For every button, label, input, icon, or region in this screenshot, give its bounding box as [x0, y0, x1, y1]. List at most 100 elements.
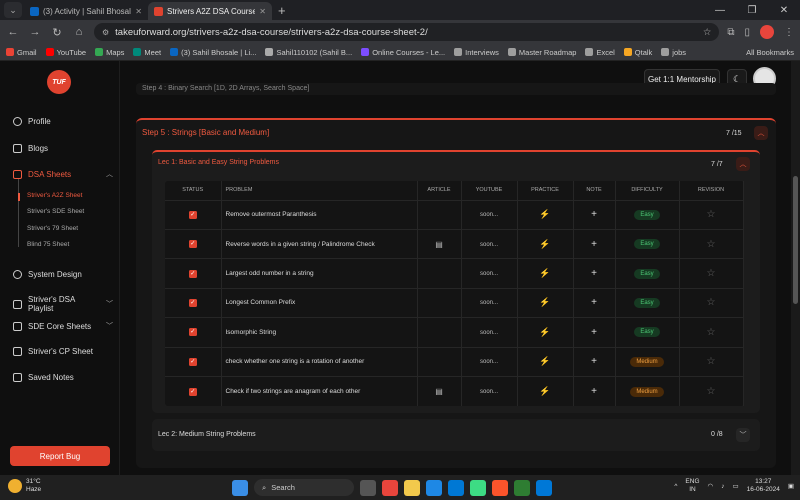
sidebar-sub-a2z[interactable]: Striver's A2Z Sheet [27, 192, 82, 199]
practice-icon[interactable]: ⚡ [539, 386, 550, 396]
status-checkbox[interactable]: ✓ [188, 298, 197, 307]
tab-search-button[interactable]: ⌄ [4, 2, 22, 18]
status-checkbox[interactable]: ✓ [188, 328, 197, 337]
problem-name[interactable]: Check if two strings are anagram of each… [221, 376, 418, 406]
bookmark-item[interactable]: Online Courses - Le... [361, 48, 445, 57]
bookmark-star-icon[interactable]: ☆ [703, 27, 712, 38]
revision-star-icon[interactable]: ☆ [707, 239, 716, 250]
bookmark-item[interactable]: Gmail [6, 48, 37, 57]
sidebar-item-sde-core[interactable]: SDE Core Sheets ﹀ [13, 321, 113, 331]
sidebar-sub-blind75[interactable]: Blind 75 Sheet [27, 241, 69, 248]
windows-start-icon[interactable] [232, 479, 248, 496]
brave-icon[interactable] [492, 479, 508, 496]
problem-name[interactable]: Largest odd number in a string [221, 258, 418, 289]
bookmark-item[interactable]: YouTube [45, 48, 86, 57]
file-explorer-icon[interactable] [404, 479, 420, 496]
bookmark-item[interactable]: Sahil110102 (Sahil B... [265, 48, 352, 57]
extensions-icon[interactable]: ⧉ [727, 27, 734, 38]
tab-strivers[interactable]: Strivers A2Z DSA Course/Shee ✕ [148, 2, 272, 20]
problem-name[interactable]: Longest Common Prefix [221, 287, 418, 318]
lec2-title[interactable]: Lec 2: Medium String Problems [158, 431, 256, 438]
task-view-icon[interactable] [360, 479, 376, 496]
add-note-icon[interactable]: + [591, 239, 597, 250]
problem-name[interactable]: Isomorphic String [221, 317, 418, 348]
profile-icon[interactable] [760, 25, 774, 39]
step5-collapse-button[interactable]: ︿ [754, 126, 768, 140]
sidebar-item-dsa-sheets[interactable]: DSA Sheets ︿ [13, 169, 113, 179]
sidebar-sub-sde[interactable]: Striver's SDE Sheet [27, 208, 84, 215]
article-icon[interactable]: ▤ [435, 240, 443, 249]
revision-star-icon[interactable]: ☆ [707, 297, 716, 308]
back-button[interactable]: ← [6, 26, 20, 38]
todo-icon[interactable] [514, 479, 530, 496]
sidebar-item-cp-sheet[interactable]: Striver's CP Sheet [13, 347, 113, 356]
add-note-icon[interactable]: + [591, 386, 597, 397]
article-icon[interactable]: ▤ [435, 387, 443, 396]
tab-linkedin[interactable]: (3) Activity | Sahil Bhosale | Lin ✕ [24, 2, 148, 20]
page-scrollbar[interactable] [791, 61, 800, 475]
lec1-title[interactable]: Lec 1: Basic and Easy String Problems [158, 159, 279, 166]
all-bookmarks-button[interactable]: All Bookmarks [746, 48, 794, 57]
add-note-icon[interactable]: + [591, 356, 597, 367]
revision-star-icon[interactable]: ☆ [707, 268, 716, 279]
language-indicator[interactable]: ENG IN [685, 478, 699, 494]
sidebar-item-system-design[interactable]: System Design [13, 270, 113, 279]
url-input[interactable]: ⚙ takeuforward.org/strivers-a2z-dsa-cour… [94, 23, 720, 41]
taskbar-search[interactable]: ⌕ Search [254, 479, 354, 496]
sidebar-item-blogs[interactable]: Blogs [13, 144, 113, 153]
minimize-button[interactable]: — [704, 5, 736, 16]
status-checkbox[interactable]: ✓ [188, 387, 197, 396]
edge-icon[interactable] [426, 479, 442, 496]
practice-icon[interactable]: ⚡ [539, 356, 550, 366]
maximize-button[interactable]: ❐ [736, 5, 768, 16]
new-tab-button[interactable]: + [272, 3, 292, 20]
revision-star-icon[interactable]: ☆ [707, 356, 716, 367]
add-note-icon[interactable]: + [591, 268, 597, 279]
problem-name[interactable]: check whether one string is a rotation o… [221, 346, 418, 377]
step5-title[interactable]: Step 5 : Strings [Basic and Medium] [142, 128, 269, 137]
practice-icon[interactable]: ⚡ [539, 327, 550, 337]
revision-star-icon[interactable]: ☆ [707, 327, 716, 338]
close-icon[interactable]: ✕ [135, 7, 142, 16]
bookmark-item[interactable]: Excel [585, 48, 615, 57]
bookmark-item[interactable]: jobs [661, 48, 686, 57]
bookmark-item[interactable]: Meet [133, 48, 161, 57]
site-info-icon[interactable]: ⚙ [102, 28, 109, 37]
lec2-expand-button[interactable]: ﹀ [736, 428, 750, 442]
bookmark-item[interactable]: Qtalk [623, 48, 652, 57]
add-note-icon[interactable]: + [591, 297, 597, 308]
status-checkbox[interactable]: ✓ [188, 269, 197, 278]
lec1-collapse-button[interactable]: ︿ [736, 157, 750, 171]
add-note-icon[interactable]: + [591, 209, 597, 220]
battery-icon[interactable]: ▭ [732, 482, 738, 490]
app-icon[interactable] [470, 479, 486, 496]
volume-icon[interactable]: ♪ [721, 483, 724, 490]
practice-icon[interactable]: ⚡ [539, 209, 550, 219]
revision-star-icon[interactable]: ☆ [707, 386, 716, 397]
notifications-icon[interactable]: ▣ [788, 482, 794, 490]
home-button[interactable]: ⌂ [72, 26, 86, 38]
practice-icon[interactable]: ⚡ [539, 239, 550, 249]
practice-icon[interactable]: ⚡ [539, 268, 550, 278]
add-note-icon[interactable]: + [591, 327, 597, 338]
weather-widget[interactable]: 31°C Haze [8, 478, 41, 494]
sidebar-item-saved-notes[interactable]: Saved Notes [13, 373, 113, 382]
sidebar-item-dsa-playlist[interactable]: Striver's DSA Playlist ﹀ [13, 295, 113, 313]
forward-button[interactable]: → [28, 26, 42, 38]
chrome-icon[interactable] [382, 479, 398, 496]
store-icon[interactable] [448, 479, 464, 496]
problem-name[interactable]: Remove outermost Paranthesis [221, 199, 418, 230]
sidepanel-icon[interactable]: ▯ [744, 27, 750, 38]
wifi-icon[interactable]: ◠ [708, 482, 714, 490]
menu-icon[interactable]: ⋮ [784, 27, 794, 38]
vscode-icon[interactable] [536, 479, 552, 496]
status-checkbox[interactable]: ✓ [188, 240, 197, 249]
report-bug-button[interactable]: Report Bug [10, 446, 110, 466]
practice-icon[interactable]: ⚡ [539, 297, 550, 307]
problem-name[interactable]: Reverse words in a given string / Palind… [221, 228, 418, 259]
status-checkbox[interactable]: ✓ [188, 210, 197, 219]
reload-button[interactable]: ↻ [50, 26, 64, 39]
step4-header[interactable]: Step 4 : Binary Search [1D, 2D Arrays, S… [136, 83, 776, 95]
bookmark-item[interactable]: Master Roadmap [507, 48, 576, 57]
clock[interactable]: 13:27 16-06-2024 [747, 478, 780, 494]
